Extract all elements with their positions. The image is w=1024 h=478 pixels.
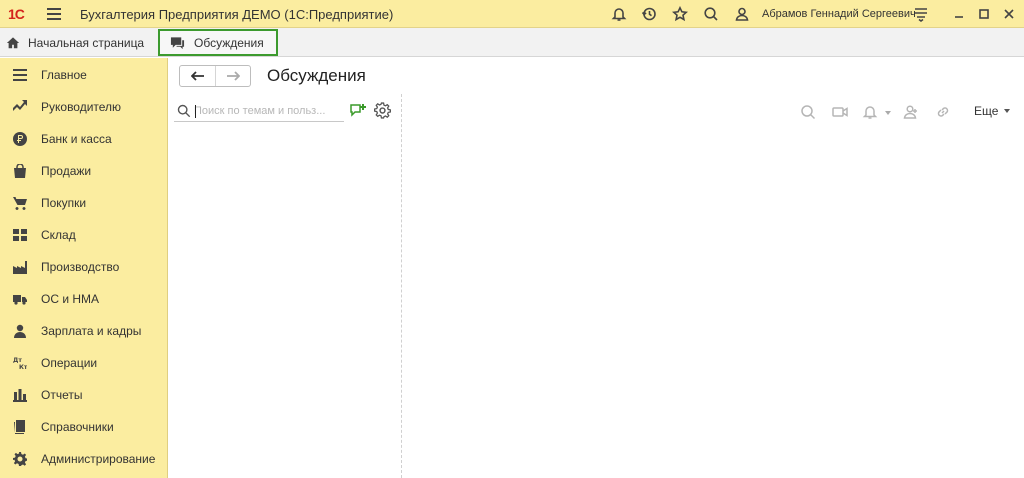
tab-discussions[interactable]: Обсуждения (158, 29, 278, 56)
participants-icon[interactable] (902, 103, 920, 121)
trend-chart-icon (12, 99, 27, 114)
menu-list-icon (12, 67, 27, 82)
more-button[interactable]: Еще (974, 104, 1011, 118)
sidebar-item-label: Банк и касса (41, 132, 112, 146)
sidebar-item-catalogs[interactable]: Справочники (0, 410, 168, 442)
sidebar-item-purchases[interactable]: Покупки (0, 186, 168, 218)
sidebar-item-admin[interactable]: Администрирование (0, 442, 168, 474)
discussion-icon (170, 36, 185, 49)
sidebar-item-assets[interactable]: ОС и НМА (0, 282, 168, 314)
sidebar-item-label: Склад (41, 228, 76, 242)
tabs-bar: Начальная страница Обсуждения (0, 28, 1024, 57)
tab-discussions-label: Обсуждения (194, 35, 264, 50)
sidebar-item-label: Покупки (41, 196, 87, 210)
search-input[interactable] (194, 102, 342, 120)
page-title: Обсуждения (267, 66, 366, 85)
maximize-icon[interactable] (975, 5, 993, 23)
history-icon[interactable] (640, 5, 658, 23)
sidebar-item-management[interactable]: Руководителю (0, 90, 168, 122)
warehouse-grid-icon (12, 227, 27, 242)
gear-icon (12, 451, 27, 466)
history-nav (179, 65, 251, 87)
sidebar: Главное Руководителю Банк и касса Продаж… (0, 58, 168, 478)
books-icon (12, 419, 27, 434)
sidebar-item-label: Производство (41, 260, 120, 274)
sidebar-item-label: Главное (41, 68, 87, 82)
app-title: Бухгалтерия Предприятия ДЕМО (1С:Предпри… (80, 7, 394, 22)
chevron-down-icon (1004, 109, 1011, 113)
sidebar-item-reports[interactable]: Отчеты (0, 378, 168, 410)
tab-home-label: Начальная страница (28, 36, 145, 50)
app-logo: 1С (8, 6, 25, 22)
home-icon (6, 37, 20, 49)
svg-text:Дт: Дт (13, 357, 22, 364)
sidebar-item-payroll[interactable]: Зарплата и кадры (0, 314, 168, 346)
sidebar-item-label: Отчеты (41, 388, 83, 402)
title-bar: 1С Бухгалтерия Предприятия ДЕМО (1С:Пред… (0, 0, 1024, 28)
bar-chart-icon (12, 387, 27, 402)
sidebar-item-bank[interactable]: Банк и касса (0, 122, 168, 154)
text-caret (195, 105, 196, 118)
sidebar-item-label: Продажи (41, 164, 92, 178)
person-icon (12, 323, 27, 338)
sidebar-item-main[interactable]: Главное (0, 58, 168, 90)
shopping-bag-icon (12, 163, 27, 178)
user-name[interactable]: Абрамов Геннадий Сергеевич (762, 8, 916, 20)
bell-icon[interactable] (610, 5, 628, 23)
forward-button[interactable] (215, 66, 250, 86)
arrow-left-icon (190, 71, 204, 81)
close-icon[interactable] (1000, 5, 1018, 23)
sidebar-item-label: Зарплата и кадры (41, 324, 142, 338)
dt-kt-icon: Дт Кт (12, 355, 27, 370)
shopping-cart-icon (12, 195, 27, 210)
video-call-icon[interactable] (831, 103, 849, 121)
panel-divider[interactable] (401, 94, 402, 478)
logo-text: 1С (8, 6, 25, 22)
svg-text:Кт: Кт (19, 364, 27, 370)
more-button-label: Еще (974, 104, 999, 118)
minimize-icon[interactable] (950, 5, 968, 23)
sidebar-item-label: ОС и НМА (41, 292, 100, 306)
sidebar-item-label: Справочники (41, 420, 114, 434)
tab-home[interactable]: Начальная страница (6, 32, 144, 54)
chevron-down-icon[interactable] (885, 111, 891, 115)
search-icon[interactable] (702, 5, 720, 23)
truck-icon (12, 291, 27, 306)
search-box (174, 100, 344, 122)
arrow-right-icon (227, 71, 240, 81)
main-panel: Обсуждения Еще (169, 58, 1024, 478)
settings-menu-icon[interactable] (912, 5, 930, 23)
factory-icon (12, 259, 27, 274)
sidebar-item-label: Операции (41, 356, 98, 370)
notification-bell-icon[interactable] (861, 103, 879, 121)
sidebar-item-label: Администрирование (41, 452, 156, 466)
search-icon (177, 104, 191, 118)
ruble-coin-icon (12, 131, 27, 146)
sidebar-item-sales[interactable]: Продажи (0, 154, 168, 186)
sidebar-item-production[interactable]: Производство (0, 250, 168, 282)
hamburger-menu-icon[interactable] (47, 8, 61, 20)
discussion-search-icon[interactable] (799, 103, 817, 121)
star-icon[interactable] (671, 5, 689, 23)
add-discussion-icon (350, 104, 366, 117)
users-icon[interactable] (733, 5, 751, 23)
sidebar-item-operations[interactable]: Дт Кт Операции (0, 346, 168, 378)
gear-icon (374, 102, 391, 119)
back-button[interactable] (180, 66, 215, 86)
link-icon[interactable] (934, 103, 952, 121)
add-topic-button[interactable] (349, 102, 367, 120)
discussion-settings-button[interactable] (374, 102, 391, 119)
sidebar-item-label: Руководителю (41, 100, 122, 114)
sidebar-item-warehouse[interactable]: Склад (0, 218, 168, 250)
